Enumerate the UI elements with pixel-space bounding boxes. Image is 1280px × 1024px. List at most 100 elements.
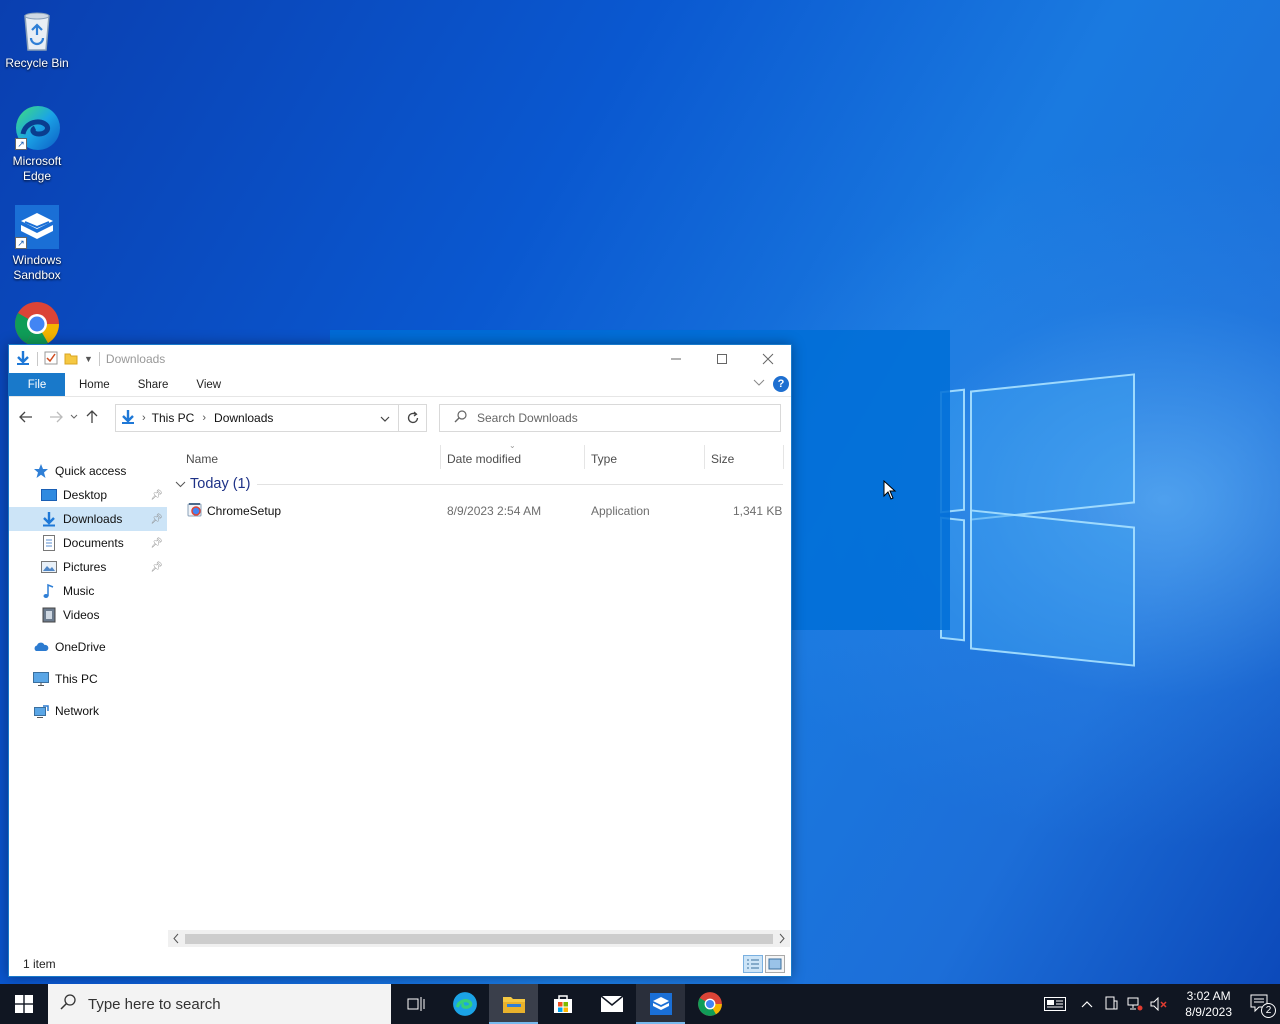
sidebar-item-music[interactable]: Music bbox=[9, 579, 167, 603]
column-header-name[interactable]: Name bbox=[186, 452, 218, 466]
maximize-button[interactable] bbox=[699, 345, 745, 373]
videos-folder-icon bbox=[41, 607, 57, 623]
task-view-button[interactable] bbox=[391, 984, 440, 1024]
breadcrumb-downloads[interactable]: Downloads bbox=[214, 411, 273, 425]
expand-ribbon-chevron-icon[interactable] bbox=[753, 379, 765, 390]
volume-muted-icon[interactable] bbox=[1147, 984, 1171, 1024]
desktop-icon-chrome[interactable] bbox=[2, 300, 72, 350]
column-header-size[interactable]: Size bbox=[711, 452, 734, 466]
star-icon bbox=[33, 463, 49, 479]
taskbar-search-input[interactable]: Type here to search bbox=[88, 996, 221, 1013]
pin-icon[interactable]: 📌︎ bbox=[150, 538, 163, 549]
sandbox-icon: ↗ bbox=[13, 203, 61, 251]
sidebar-item-label: OneDrive bbox=[55, 640, 106, 654]
news-widget-icon[interactable] bbox=[1035, 984, 1075, 1024]
breadcrumb-chevron-icon[interactable]: › bbox=[202, 412, 206, 424]
downloads-location-icon bbox=[120, 409, 136, 428]
collapse-chevron-icon[interactable] bbox=[175, 476, 186, 492]
tab-share[interactable]: Share bbox=[124, 373, 183, 396]
desktop-icon-edge[interactable]: ↗ Microsoft Edge bbox=[2, 104, 72, 184]
up-button[interactable] bbox=[81, 406, 103, 428]
device-icon[interactable] bbox=[1099, 984, 1123, 1024]
refresh-button[interactable] bbox=[398, 404, 427, 432]
column-header-type[interactable]: Type bbox=[591, 452, 617, 466]
tab-view[interactable]: View bbox=[182, 373, 235, 396]
search-box[interactable]: Search Downloads bbox=[439, 404, 781, 432]
large-icons-view-button[interactable] bbox=[765, 955, 785, 973]
customize-toolbar-chevron-icon[interactable]: ▼ bbox=[84, 354, 93, 364]
sidebar-item-onedrive[interactable]: OneDrive bbox=[9, 635, 167, 659]
file-explorer-window[interactable]: ▼ Downloads File Home Share View ? › Thi… bbox=[8, 344, 792, 977]
sidebar-item-quick-access[interactable]: Quick access bbox=[9, 459, 167, 483]
start-button[interactable] bbox=[0, 984, 48, 1024]
file-name: ChromeSetup bbox=[207, 504, 282, 518]
search-input[interactable]: Search Downloads bbox=[477, 411, 578, 425]
documents-folder-icon bbox=[41, 535, 57, 551]
sidebar-item-label: Network bbox=[55, 704, 100, 718]
close-button[interactable] bbox=[745, 345, 791, 373]
column-headers: Name Date modified ⌄ Type Size bbox=[167, 439, 791, 471]
action-center-button[interactable]: 2 bbox=[1242, 984, 1280, 1024]
details-view-button[interactable] bbox=[743, 955, 763, 973]
sidebar-item-this-pc[interactable]: This PC bbox=[9, 667, 167, 691]
properties-icon[interactable] bbox=[44, 351, 58, 368]
minimize-button[interactable] bbox=[653, 345, 699, 373]
notification-count-badge: 2 bbox=[1261, 1003, 1276, 1018]
recent-locations-chevron-icon[interactable] bbox=[67, 406, 81, 428]
taskbar: Type here to search 3:02 AM 8/9/2023 2 bbox=[0, 984, 1280, 1024]
sidebar-item-pictures[interactable]: Pictures 📌︎ bbox=[9, 555, 167, 579]
taskbar-edge[interactable] bbox=[440, 984, 489, 1024]
application-icon bbox=[187, 502, 203, 521]
network-status-icon[interactable] bbox=[1123, 984, 1147, 1024]
taskbar-windows-sandbox[interactable] bbox=[636, 984, 685, 1024]
horizontal-scrollbar[interactable] bbox=[168, 930, 790, 947]
taskbar-mail[interactable] bbox=[587, 984, 636, 1024]
tab-home[interactable]: Home bbox=[65, 373, 124, 396]
new-folder-icon[interactable] bbox=[64, 351, 78, 368]
file-list: Name Date modified ⌄ Type Size Today (1) bbox=[167, 439, 791, 952]
breadcrumb-chevron-icon[interactable]: › bbox=[142, 412, 146, 424]
file-date: 8/9/2023 2:54 AM bbox=[447, 504, 542, 518]
title-bar[interactable]: ▼ Downloads bbox=[9, 345, 791, 373]
navigation-bar: › This PC › Downloads Search Downloads bbox=[9, 397, 791, 437]
address-dropdown-chevron-icon[interactable] bbox=[380, 411, 390, 425]
file-explorer-icon bbox=[502, 997, 525, 1013]
breadcrumb-this-pc[interactable]: This PC bbox=[152, 411, 195, 425]
back-button[interactable] bbox=[15, 406, 37, 428]
pin-icon[interactable]: 📌︎ bbox=[150, 490, 163, 501]
sidebar-item-downloads[interactable]: Downloads 📌︎ bbox=[9, 507, 167, 531]
taskbar-chrome[interactable] bbox=[685, 984, 734, 1024]
sidebar-item-desktop[interactable]: Desktop 📌︎ bbox=[9, 483, 167, 507]
mail-icon bbox=[600, 995, 623, 1012]
sidebar-item-label: Desktop bbox=[63, 488, 108, 502]
sidebar-item-network[interactable]: Network bbox=[9, 699, 167, 723]
help-icon[interactable]: ? bbox=[773, 376, 789, 392]
pin-icon[interactable]: 📌︎ bbox=[150, 562, 163, 573]
desktop-icon-windows-sandbox[interactable]: ↗ Windows Sandbox bbox=[2, 203, 72, 283]
sidebar-item-label: Downloads bbox=[63, 512, 123, 526]
chrome-icon bbox=[697, 992, 722, 1016]
forward-button[interactable] bbox=[45, 406, 67, 428]
taskbar-store[interactable] bbox=[538, 984, 587, 1024]
address-bar[interactable]: › This PC › Downloads bbox=[115, 404, 427, 432]
taskbar-search-box[interactable]: Type here to search bbox=[48, 984, 391, 1024]
task-view-icon bbox=[407, 997, 424, 1011]
downloads-folder-icon bbox=[41, 511, 57, 527]
store-icon bbox=[553, 995, 572, 1013]
sidebar-item-documents[interactable]: Documents 📌︎ bbox=[9, 531, 167, 555]
group-header-today[interactable]: Today (1) bbox=[167, 471, 791, 497]
computer-icon bbox=[33, 671, 49, 687]
desktop-icon-recycle-bin[interactable]: Recycle Bin bbox=[2, 6, 72, 71]
desktop-icon-label: Microsoft Edge bbox=[12, 154, 62, 183]
sidebar-item-videos[interactable]: Videos bbox=[9, 603, 167, 627]
pictures-folder-icon bbox=[41, 559, 57, 575]
search-icon bbox=[454, 410, 467, 426]
pin-icon[interactable]: 📌︎ bbox=[150, 514, 163, 525]
taskbar-file-explorer[interactable] bbox=[489, 984, 538, 1024]
tab-file[interactable]: File bbox=[9, 373, 65, 396]
show-hidden-icons-chevron-icon[interactable] bbox=[1075, 984, 1099, 1024]
file-row[interactable]: ChromeSetup 8/9/2023 2:54 AM Application… bbox=[167, 497, 791, 523]
column-header-date-modified[interactable]: Date modified bbox=[447, 452, 521, 466]
clock[interactable]: 3:02 AM 8/9/2023 bbox=[1185, 988, 1232, 1020]
clock-time: 3:02 AM bbox=[1186, 989, 1231, 1003]
